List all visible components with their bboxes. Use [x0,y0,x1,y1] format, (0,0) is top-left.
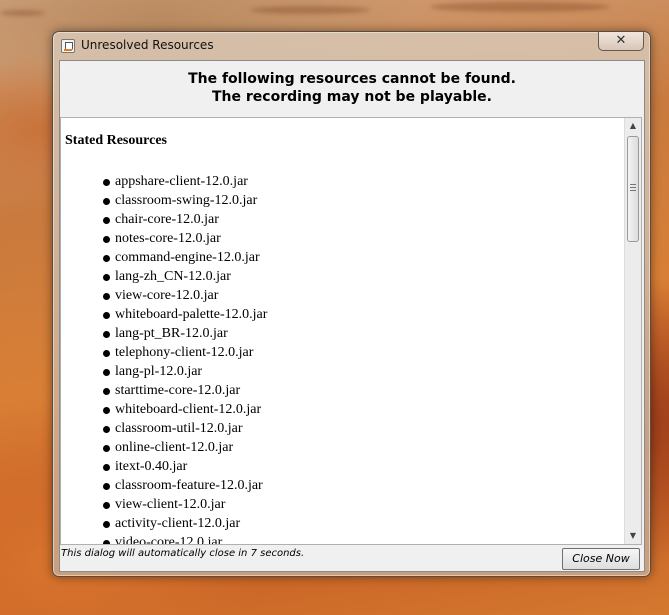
resources-panel[interactable]: Stated Resources appshare-client-12.0.ja… [60,117,642,545]
resource-item: activity-client-12.0.jar [103,514,267,533]
resource-item: lang-pt_BR-12.0.jar [103,324,267,343]
scroll-thumb[interactable] [627,136,639,242]
resource-item: telephony-client-12.0.jar [103,343,267,362]
scroll-down-button[interactable]: ▼ [625,528,641,544]
resource-item: appshare-client-12.0.jar [103,172,267,191]
window-title: Unresolved Resources [81,38,214,52]
desktop-streak [250,6,370,14]
resource-item: classroom-feature-12.0.jar [103,476,267,495]
resource-item: command-engine-12.0.jar [103,248,267,267]
scroll-up-button[interactable]: ▲ [625,118,641,134]
desktop-streak [430,2,610,12]
resource-item: video-core-12.0.jar [103,533,267,544]
resource-item: classroom-util-12.0.jar [103,419,267,438]
resource-item: notes-core-12.0.jar [103,229,267,248]
resource-item: lang-zh_CN-12.0.jar [103,267,267,286]
header-line-1: The following resources cannot be found. [188,71,516,87]
resource-item: itext-0.40.jar [103,457,267,476]
section-title: Stated Resources [65,133,168,148]
header-line-2: The recording may not be playable. [212,89,492,105]
auto-close-message: This dialog will automatically close in … [61,548,305,559]
desktop-streak [0,10,45,16]
title-bar[interactable]: Unresolved Resources ✕ [53,32,650,59]
resource-item: whiteboard-client-12.0.jar [103,400,267,419]
resource-item: starttime-core-12.0.jar [103,381,267,400]
message-header: The following resources cannot be found.… [60,61,644,117]
arrow-down-icon: ▼ [629,531,637,540]
resource-item: lang-pl-12.0.jar [103,362,267,381]
resource-item: view-client-12.0.jar [103,495,267,514]
unresolved-resources-dialog: Unresolved Resources ✕ The following res… [52,31,651,577]
resource-list: appshare-client-12.0.jar classroom-swing-… [103,172,267,544]
close-now-button[interactable]: Close Now [562,548,640,570]
resource-item: view-core-12.0.jar [103,286,267,305]
close-icon: ✕ [615,33,627,48]
grip-icon [630,184,636,191]
arrow-up-icon: ▲ [629,121,637,130]
dialog-body: The following resources cannot be found.… [59,60,645,572]
close-window-button[interactable]: ✕ [598,32,644,51]
resource-item: chair-core-12.0.jar [103,210,267,229]
vertical-scrollbar[interactable]: ▲ ▼ [624,118,641,544]
java-app-icon [61,39,75,53]
resource-item: whiteboard-palette-12.0.jar [103,305,267,324]
resource-item: online-client-12.0.jar [103,438,267,457]
resource-item: classroom-swing-12.0.jar [103,191,267,210]
